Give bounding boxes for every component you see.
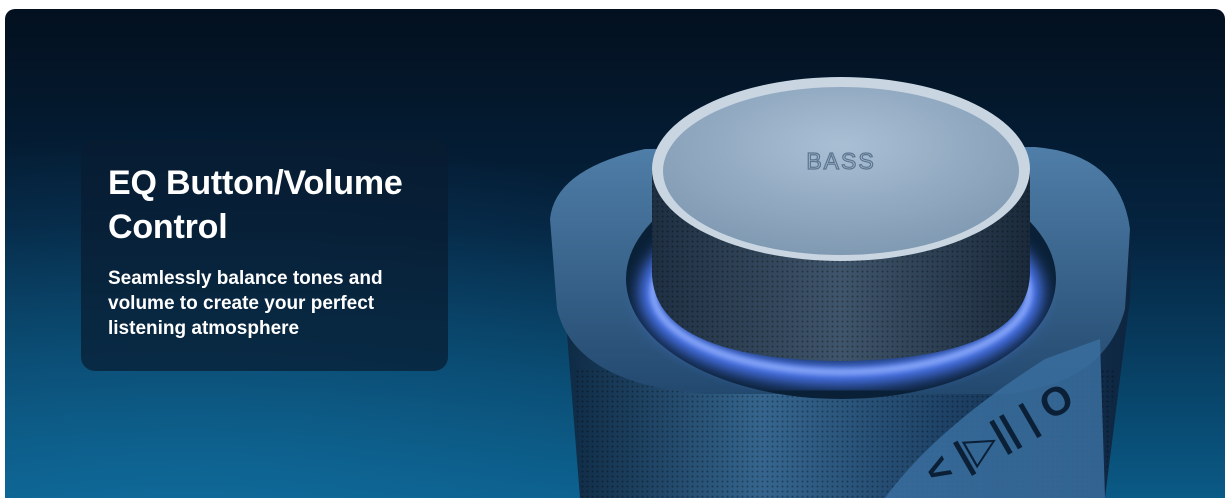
feature-banner: < |▷|| | O BASS EQ Button/Volume Control…	[5, 9, 1225, 498]
knob-label: BASS	[806, 148, 875, 174]
volume-knob	[652, 77, 1030, 361]
feature-title: EQ Button/Volume Control	[108, 164, 403, 246]
feature-text-card: EQ Button/Volume Control Seamlessly bala…	[81, 139, 448, 371]
feature-description: Seamlessly balance tones and volume to c…	[108, 268, 383, 339]
